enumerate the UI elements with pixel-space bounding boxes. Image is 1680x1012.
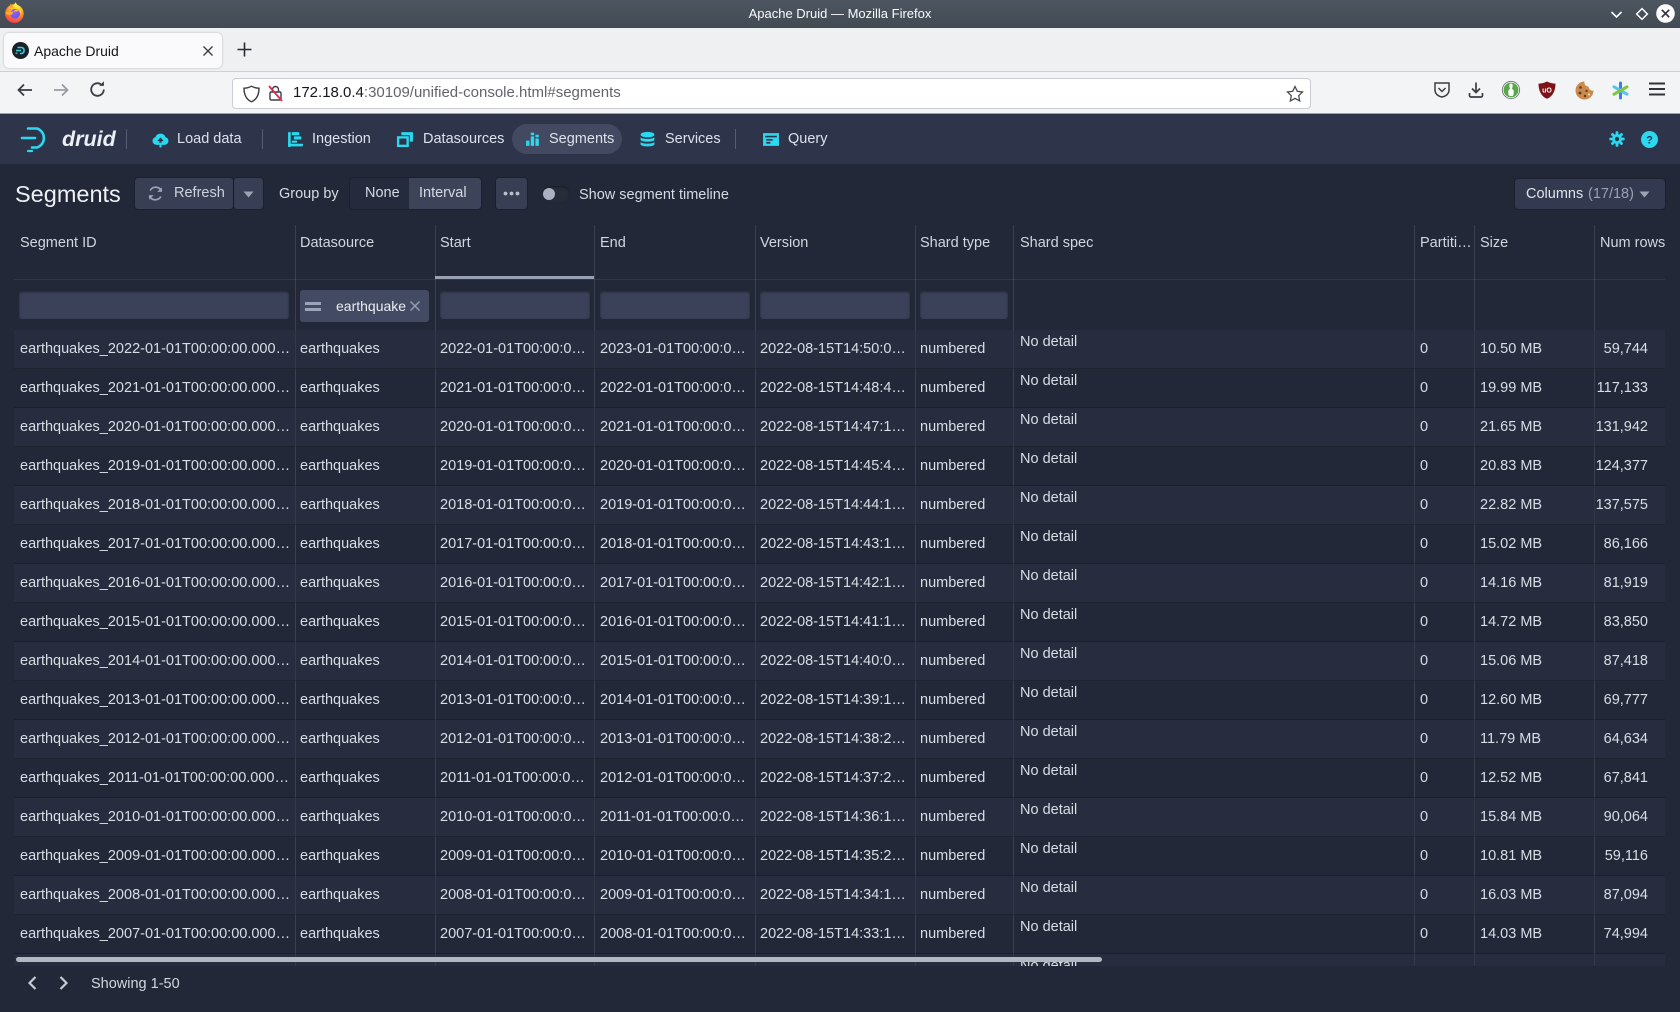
svg-text:uO: uO — [1542, 88, 1552, 95]
svg-text:?: ? — [1646, 135, 1653, 147]
